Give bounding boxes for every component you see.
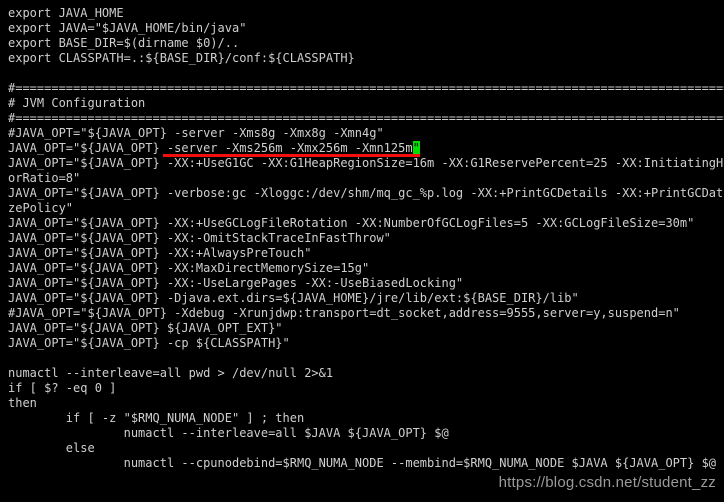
code-line: JAVA_OPT="${JAVA_OPT} -XX:+UseGCLogFileR…	[8, 216, 695, 230]
code-line: #=======================================…	[8, 81, 724, 95]
text-cursor: "	[412, 141, 420, 155]
code-line: export JAVA_HOME	[8, 6, 124, 20]
code-line: if [ -z "$RMQ_NUMA_NODE" ] ; then	[8, 411, 305, 425]
code-line: numactl --interleave=all pwd > /dev/null…	[8, 366, 334, 380]
code-line: export CLASSPATH=.:${BASE_DIR}/conf:${CL…	[8, 51, 355, 65]
code-line: if [ $? -eq 0 ]	[8, 381, 117, 395]
code-line: numactl --cpunodebind=$RMQ_NUMA_NODE --m…	[8, 456, 717, 470]
code-line: then	[8, 396, 37, 410]
code-line: zePolicy"	[8, 201, 74, 215]
code-line: else	[8, 441, 95, 455]
code-line: export BASE_DIR=$(dirname $0)/..	[8, 36, 240, 50]
red-underline-annotation	[163, 154, 420, 157]
code-line: JAVA_OPT="${JAVA_OPT} -XX:-UseLargePages…	[8, 276, 464, 290]
code-line: JAVA_OPT="${JAVA_OPT} -XX:MaxDirectMemor…	[8, 261, 370, 275]
code-line: JAVA_OPT="${JAVA_OPT} ${JAVA_OPT_EXT}"	[8, 321, 283, 335]
code-line: JAVA_OPT="${JAVA_OPT} -cp ${CLASSPATH}"	[8, 336, 290, 350]
code-line: # JVM Configuration	[8, 96, 146, 110]
code-line: JAVA_OPT="${JAVA_OPT} -verbose:gc -Xlogg…	[8, 186, 724, 200]
script-text-content[interactable]: export JAVA_HOME export JAVA="$JAVA_HOME/…	[8, 6, 724, 471]
code-line: JAVA_OPT="${JAVA_OPT} -XX:+UseG1GC -XX:G…	[8, 156, 724, 170]
code-line: orRatio=8"	[8, 171, 81, 185]
code-line: #JAVA_OPT="${JAVA_OPT} -server -Xms8g -X…	[8, 126, 384, 140]
code-line: JAVA_OPT="${JAVA_OPT} -Djava.ext.dirs=${…	[8, 291, 579, 305]
code-line: export JAVA="$JAVA_HOME/bin/java"	[8, 21, 247, 35]
code-line: JAVA_OPT="${JAVA_OPT} -XX:+AlwaysPreTouc…	[8, 246, 312, 260]
code-line: #JAVA_OPT="${JAVA_OPT} -Xdebug -Xrunjdwp…	[8, 306, 680, 320]
terminal-window[interactable]: export JAVA_HOME export JAVA="$JAVA_HOME/…	[0, 0, 724, 502]
watermark-text: https://blog.csdn.net/student_zz	[498, 474, 716, 491]
code-line: #=======================================…	[8, 111, 724, 125]
code-line: JAVA_OPT="${JAVA_OPT} -XX:-OmitStackTrac…	[8, 231, 391, 245]
code-line: numactl --interleave=all $JAVA ${JAVA_OP…	[8, 426, 449, 440]
